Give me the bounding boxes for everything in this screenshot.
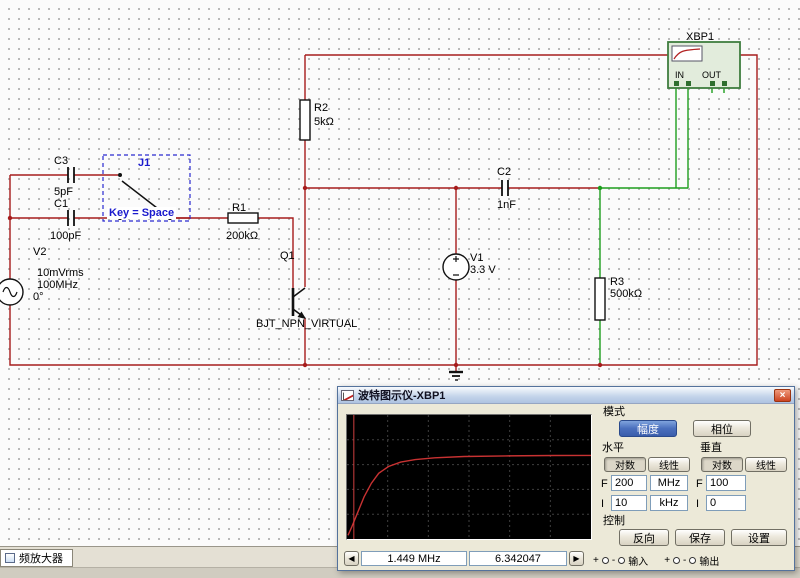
label-r2-ref[interactable]: R2 — [314, 102, 328, 114]
label-c2-ref[interactable]: C2 — [497, 166, 511, 178]
label-c3-ref[interactable]: C3 — [54, 155, 68, 167]
label-r3-value[interactable]: 500kΩ — [610, 288, 642, 300]
cursor-right-button[interactable]: ▶ — [569, 551, 584, 566]
horizontal-log-button[interactable]: 对数 — [604, 457, 646, 472]
bode-plot-area[interactable] — [346, 414, 592, 540]
label-xbp1-out: OUT — [702, 70, 721, 80]
label-c2-value[interactable]: 1nF — [497, 199, 516, 211]
label-c1-ref[interactable]: C1 — [54, 198, 68, 210]
close-button[interactable]: × — [774, 389, 791, 402]
mode-section-label: 模式 — [603, 406, 625, 418]
in-plus-sign: + — [593, 555, 599, 566]
out-minus-terminal — [689, 557, 696, 564]
label-xbp1-ref[interactable]: XBP1 — [686, 31, 714, 43]
label-r1-ref[interactable]: R1 — [232, 202, 246, 214]
magnitude-button[interactable]: 幅度 — [619, 420, 677, 437]
vertical-i-input[interactable]: 0 — [706, 495, 746, 511]
in-label: 输入 — [628, 553, 648, 568]
label-r2-value[interactable]: 5kΩ — [314, 116, 334, 128]
in-plus-terminal — [602, 557, 609, 564]
sheet-icon — [5, 553, 15, 563]
label-c3-value[interactable]: 5pF — [54, 186, 73, 198]
label-j1-key[interactable]: Key = Space — [107, 207, 176, 219]
control-section-label: 控制 — [603, 515, 625, 527]
cursor-value-readout: 6.342047 — [469, 551, 567, 566]
label-c1-value[interactable]: 100pF — [50, 230, 81, 242]
cursor-frequency-readout: 1.449 MHz — [361, 551, 467, 566]
label-v2-line3[interactable]: 0° — [33, 291, 44, 303]
vertical-linear-button[interactable]: 线性 — [745, 457, 787, 472]
phase-button[interactable]: 相位 — [693, 420, 751, 437]
bode-window-icon — [341, 390, 354, 401]
horizontal-i-unit[interactable]: kHz — [650, 495, 688, 511]
vertical-i-label: I — [696, 498, 699, 510]
vertical-f-label: F — [696, 478, 703, 490]
horizontal-i-input[interactable]: 10 — [611, 495, 647, 511]
label-v2-line2[interactable]: 100MHz — [37, 279, 78, 291]
vertical-log-button[interactable]: 对数 — [701, 457, 743, 472]
save-button[interactable]: 保存 — [675, 529, 725, 546]
label-q1-ref[interactable]: Q1 — [280, 250, 295, 262]
horizontal-i-label: I — [601, 498, 604, 510]
horizontal-f-input[interactable]: 200 — [611, 475, 647, 491]
bode-window-titlebar[interactable]: 波特图示仪-XBP1 × — [338, 387, 794, 404]
label-r1-value[interactable]: 200kΩ — [226, 230, 258, 242]
label-q1-model[interactable]: BJT_NPN_VIRTUAL — [256, 318, 357, 330]
out-label: 输出 — [699, 553, 719, 568]
bode-terminals: + - 输入 + - 输出 — [593, 553, 719, 568]
vertical-section-label: 垂直 — [700, 442, 722, 454]
sheet-tab-label: 频放大器 — [19, 550, 63, 566]
horizontal-linear-button[interactable]: 线性 — [648, 457, 690, 472]
settings-button[interactable]: 设置 — [731, 529, 787, 546]
horizontal-section-label: 水平 — [602, 442, 624, 454]
horizontal-f-unit[interactable]: MHz — [650, 475, 688, 491]
label-v1-value[interactable]: 3.3 V — [470, 264, 496, 276]
out-minus-sign: - — [683, 555, 686, 566]
label-xbp1-in: IN — [675, 70, 684, 80]
horizontal-f-label: F — [601, 478, 608, 490]
bode-window-title: 波特图示仪-XBP1 — [358, 387, 445, 403]
cursor-left-button[interactable]: ◀ — [344, 551, 359, 566]
vertical-f-input[interactable]: 100 — [706, 475, 746, 491]
bode-plot-chart[interactable] — [347, 415, 591, 539]
label-v2-line1[interactable]: 10mVrms — [37, 267, 84, 279]
out-plus-terminal — [673, 557, 680, 564]
label-r3-ref[interactable]: R3 — [610, 276, 624, 288]
multisim-workspace: { "app": { "sheet_tab": "频放大器" }, "color… — [0, 0, 800, 577]
label-v1-ref[interactable]: V1 — [470, 252, 483, 264]
bode-plotter-window[interactable]: 波特图示仪-XBP1 × 模式 幅度 相位 水平 垂直 对数 线性 对数 线性 … — [337, 386, 795, 571]
in-minus-sign: - — [612, 555, 615, 566]
label-v2-ref[interactable]: V2 — [33, 246, 46, 258]
in-minus-terminal — [618, 557, 625, 564]
out-plus-sign: + — [664, 555, 670, 566]
label-j1-ref[interactable]: J1 — [138, 157, 150, 169]
reverse-button[interactable]: 反向 — [619, 529, 669, 546]
sheet-tab[interactable]: 频放大器 — [0, 549, 73, 567]
